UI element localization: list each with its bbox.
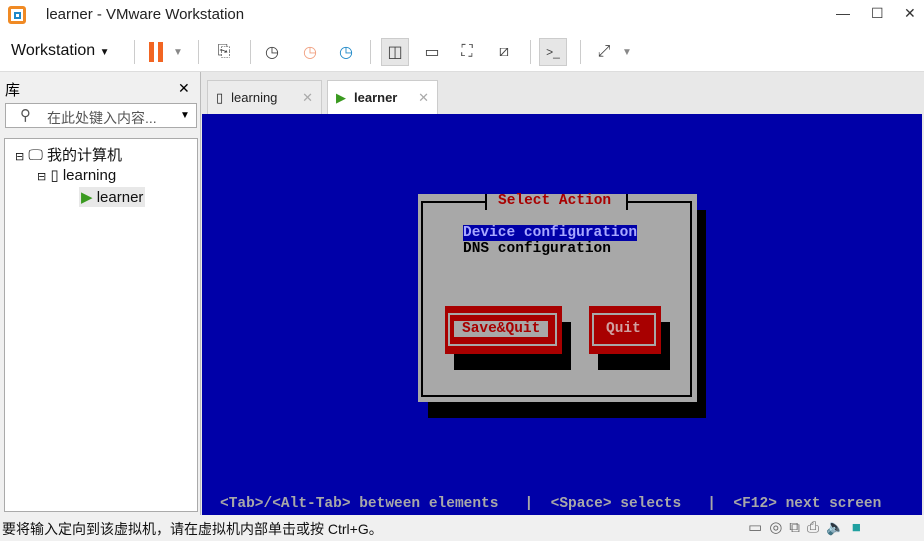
- power-dropdown[interactable]: ▼: [168, 38, 188, 66]
- save-quit-button[interactable]: Save&Quit: [445, 306, 562, 354]
- minimize-button[interactable]: —: [836, 5, 850, 21]
- send-ctrl-alt-del-icon[interactable]: ⎘: [210, 38, 238, 66]
- printer-icon[interactable]: ⎙: [807, 519, 826, 536]
- thumbnail-bar-icon[interactable]: ▭: [418, 38, 446, 66]
- close-tab-icon[interactable]: ✕: [302, 90, 313, 106]
- message-icon[interactable]: ■: [852, 519, 868, 536]
- sound-icon[interactable]: 🔈: [826, 519, 852, 536]
- vm-icon: ▯: [50, 167, 59, 184]
- search-input[interactable]: 在此处键入内容...: [47, 108, 157, 128]
- vm-icon: ▯: [216, 89, 224, 105]
- snapshot-manager-icon[interactable]: ◷: [332, 38, 360, 66]
- save-quit-label: Save&Quit: [454, 321, 549, 337]
- tree-item-learning[interactable]: ⊟ ▯ learning: [37, 166, 116, 184]
- cd-icon[interactable]: ◎: [769, 519, 789, 536]
- snapshot-icon[interactable]: ◷: [258, 38, 286, 66]
- tab-label: learning: [231, 90, 278, 105]
- status-message: 要将输入定向到该虚拟机，请在虚拟机内部单击或按 Ctrl+G。: [2, 521, 383, 537]
- chevron-down-icon[interactable]: ▼: [180, 110, 190, 121]
- revert-snapshot-icon[interactable]: ◷: [296, 38, 324, 66]
- tree-label: learner: [96, 189, 144, 206]
- tree-label: learning: [62, 167, 117, 184]
- stretch-icon[interactable]: ⤢: [590, 38, 618, 66]
- menu-item-device-configuration[interactable]: Device configuration: [463, 225, 638, 241]
- help-line: <Tab>/<Alt-Tab> between elements | <Spac…: [220, 496, 882, 512]
- vm-console[interactable]: Select Action Device configuration DNS c…: [202, 114, 922, 515]
- library-search[interactable]: ⚲ 在此处键入内容... ▼: [5, 103, 197, 128]
- stretch-dropdown[interactable]: ▼: [617, 38, 637, 66]
- workstation-menu-label: Workstation: [11, 42, 96, 59]
- pause-button[interactable]: [142, 38, 170, 66]
- tree-item-my-computer[interactable]: ⊟ 🖵 我的计算机: [15, 144, 122, 165]
- toolbar: Workstation ▼ ▼ ⎘ ◷ ◷ ◷ ◫ ▭ ⛶ ⧄ >_ ⤢ ▼: [0, 30, 924, 72]
- close-tab-icon[interactable]: ✕: [418, 90, 429, 106]
- dialog-title: Select Action: [498, 193, 612, 209]
- workstation-menu[interactable]: Workstation ▼: [11, 42, 110, 60]
- close-button[interactable]: ✕: [904, 5, 916, 22]
- library-tree: ⊟ 🖵 我的计算机 ⊟ ▯ learning ▶ learner: [4, 138, 198, 512]
- vm-running-icon: ▶: [336, 89, 346, 105]
- pause-icon: [149, 42, 163, 62]
- quit-label: Quit: [606, 321, 641, 337]
- full-screen-icon[interactable]: ⛶: [453, 38, 481, 66]
- tree-label: 我的计算机: [47, 147, 123, 164]
- vm-running-icon: ▶: [81, 189, 93, 206]
- status-bar: 要将输入定向到该虚拟机，请在虚拟机内部单击或按 Ctrl+G。 ▭◎⧉⎙🔈■: [0, 515, 924, 541]
- title-bar: learner - VMware Workstation — ☐ ✕: [0, 0, 924, 30]
- quit-button[interactable]: Quit: [589, 306, 661, 354]
- tab-learning[interactable]: ▯ learning ✕: [207, 80, 322, 114]
- unity-icon[interactable]: ⧄: [490, 38, 518, 66]
- menu-item-dns-configuration[interactable]: DNS configuration: [463, 241, 611, 257]
- tree-item-learner[interactable]: ▶ learner: [79, 187, 146, 207]
- device-icons[interactable]: ▭◎⧉⎙🔈■: [748, 518, 868, 536]
- library-close-button[interactable]: ✕: [178, 80, 190, 97]
- chevron-down-icon: ▼: [99, 47, 110, 58]
- network-icon[interactable]: ⧉: [789, 519, 807, 536]
- maximize-button[interactable]: ☐: [871, 5, 884, 22]
- library-title: 库: [5, 82, 21, 99]
- tab-learner[interactable]: ▶ learner ✕: [327, 80, 438, 114]
- show-library-icon[interactable]: ◫: [381, 38, 409, 66]
- library-panel: 库 ✕ ⚲ 在此处键入内容... ▼ ⊟ 🖵 我的计算机 ⊟ ▯ learnin…: [0, 72, 200, 515]
- tab-label: learner: [354, 90, 398, 105]
- select-action-dialog: Select Action Device configuration DNS c…: [418, 193, 697, 402]
- search-icon: ⚲: [20, 107, 31, 124]
- window-title: learner - VMware Workstation: [46, 6, 245, 23]
- vmware-logo-icon: [8, 6, 26, 24]
- computer-icon: 🖵: [28, 147, 43, 164]
- console-view-icon[interactable]: >_: [539, 38, 567, 66]
- hard-disk-icon[interactable]: ▭: [748, 519, 769, 536]
